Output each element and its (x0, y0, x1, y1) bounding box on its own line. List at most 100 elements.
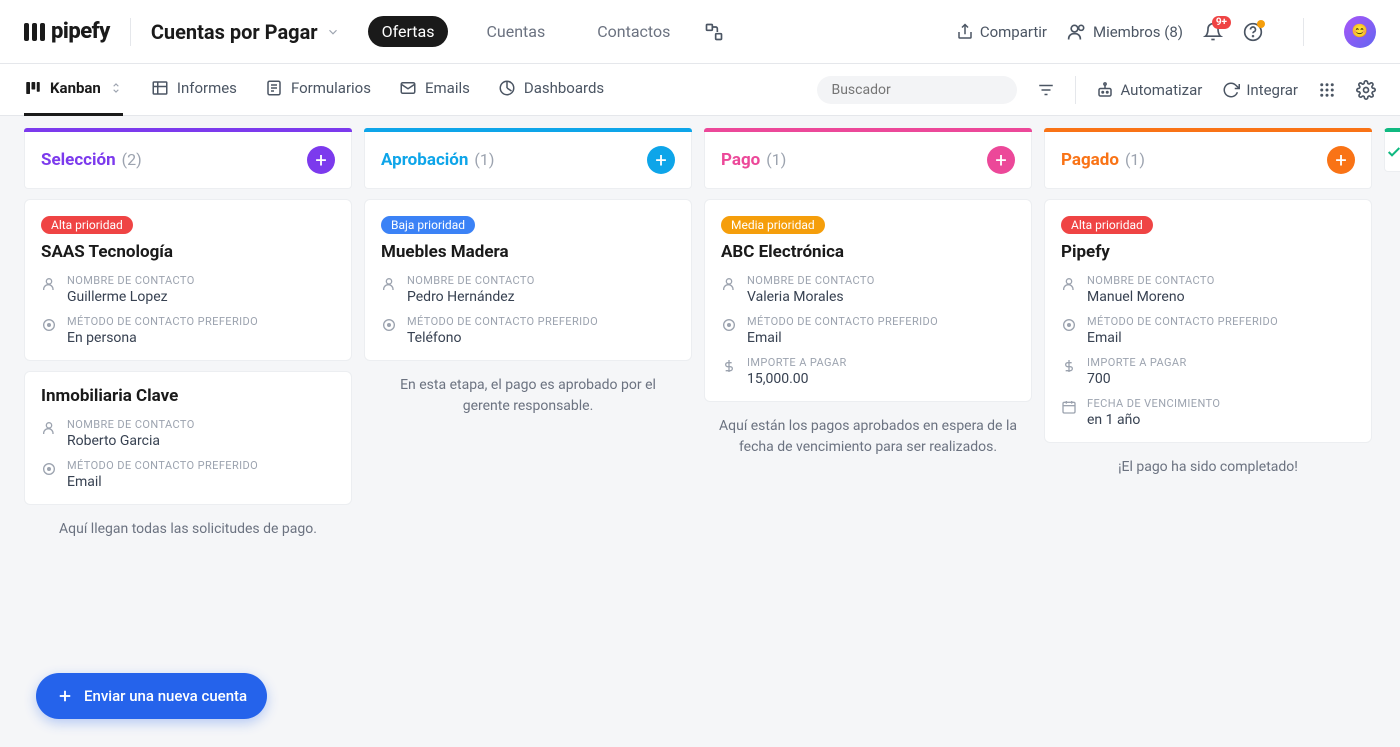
members-label: Miembros (8) (1093, 23, 1183, 41)
connections-icon[interactable] (704, 22, 724, 42)
nav-ofertas[interactable]: Ofertas (368, 16, 449, 47)
automate-button[interactable]: Automatizar (1096, 81, 1202, 99)
divider (1075, 76, 1076, 104)
search-input-wrap[interactable] (817, 76, 1017, 104)
top-actions: Compartir Miembros (8) 9+ 😊 (956, 16, 1376, 48)
priority-badge: Alta prioridad (1061, 216, 1153, 234)
kanban-card[interactable]: Alta prioridadPipefyNOMBRE DE CONTACTOMa… (1044, 199, 1372, 443)
card-field: IMPORTE A PAGAR 700 (1061, 356, 1355, 387)
integrate-button[interactable]: Integrar (1222, 81, 1298, 99)
field-value: Pedro Hernández (407, 289, 535, 305)
card-title: Muebles Madera (381, 242, 675, 262)
field-value: Roberto Garcia (67, 433, 195, 449)
card-field: MÉTODO DE CONTACTO PREFERIDOEmail (721, 315, 1015, 346)
chevron-down-icon (326, 25, 340, 39)
field-label: IMPORTE A PAGAR (1087, 356, 1187, 369)
column-aprobación: Aprobación(1)+Baja prioridadMuebles Made… (364, 128, 692, 723)
help-button[interactable] (1243, 22, 1263, 42)
settings-button[interactable] (1356, 80, 1376, 100)
kanban-card[interactable]: Media prioridadABC ElectrónicaNOMBRE DE … (704, 199, 1032, 402)
card-field: NOMBRE DE CONTACTO Roberto Garcia (41, 418, 335, 449)
kanban-card[interactable]: Baja prioridadMuebles MaderaNOMBRE DE CO… (364, 199, 692, 361)
field-value: Manuel Moreno (1087, 289, 1215, 305)
column-count: (1) (766, 150, 786, 169)
tab-label: Kanban (50, 79, 101, 97)
field-value: En persona (67, 330, 258, 346)
divider (1303, 18, 1304, 46)
fab-label: Enviar una nueva cuenta (84, 687, 247, 705)
logo-text: pipefy (51, 19, 110, 44)
field-label: NOMBRE DE CONTACTO (407, 274, 535, 287)
members-button[interactable]: Miembros (8) (1067, 22, 1183, 42)
tab-label: Formularios (291, 79, 371, 97)
add-card-button[interactable]: + (647, 146, 675, 174)
dollar-icon (721, 358, 737, 387)
tab-emails[interactable]: Emails (399, 64, 470, 116)
top-bar: pipefy Cuentas por Pagar Ofertas Cuentas C… (0, 0, 1400, 64)
target-icon (41, 461, 57, 490)
integrate-label: Integrar (1246, 81, 1298, 99)
search-input[interactable] (831, 82, 1009, 98)
add-card-button[interactable]: + (987, 146, 1015, 174)
card-title: SAAS Tecnología (41, 242, 335, 262)
card-list: Alta prioridadPipefyNOMBRE DE CONTACTOMa… (1044, 199, 1372, 443)
field-value: 700 (1087, 371, 1187, 387)
tab-kanban[interactable]: Kanban (24, 64, 123, 116)
user-icon (41, 420, 57, 449)
field-value: 15,000.00 (747, 371, 847, 387)
dollar-icon (1061, 358, 1077, 387)
user-icon (721, 276, 737, 305)
column-title: Selección (41, 150, 116, 170)
tab-dashboards[interactable]: Dashboards (498, 64, 604, 116)
apps-button[interactable] (1318, 81, 1336, 99)
target-icon (721, 317, 737, 346)
card-list: Alta prioridad SAAS Tecnología NOMBRE DE C… (24, 199, 352, 505)
tab-formularios[interactable]: Formularios (265, 64, 371, 116)
card-title: Inmobiliaria Clave (41, 386, 335, 406)
add-card-button[interactable]: + (307, 146, 335, 174)
card-field: MÉTODO DE CONTACTO PREFERIDOTeléfono (381, 315, 675, 346)
field-value: Email (1087, 330, 1278, 346)
top-nav: Ofertas Cuentas Contactos (368, 16, 685, 47)
logo[interactable]: pipefy (24, 19, 110, 44)
kanban-card[interactable]: Inmobiliaria Clave NOMBRE DE CONTACTO Robe… (24, 371, 352, 505)
field-label: MÉTODO DE CONTACTO PREFERIDO (1087, 315, 1278, 328)
field-label: IMPORTE A PAGAR (747, 356, 847, 369)
share-label: Compartir (980, 23, 1047, 41)
next-column-peek[interactable] (1384, 128, 1400, 172)
field-value: Teléfono (407, 330, 598, 346)
field-label: NOMBRE DE CONTACTO (67, 274, 195, 287)
automate-label: Automatizar (1120, 81, 1202, 99)
field-label: FECHA DE VENCIMIENTO (1087, 397, 1220, 410)
card-field: MÉTODO DE CONTACTO PREFERIDO Email (1061, 315, 1355, 346)
filter-button[interactable] (1037, 81, 1055, 99)
nav-cuentas[interactable]: Cuentas (472, 16, 559, 47)
emails-icon (399, 79, 417, 97)
card-list: Media prioridadABC ElectrónicaNOMBRE DE … (704, 199, 1032, 402)
tab-informes[interactable]: Informes (151, 64, 237, 116)
new-account-button[interactable]: Enviar una nueva cuenta (36, 673, 267, 719)
share-button[interactable]: Compartir (956, 23, 1047, 41)
field-value: en 1 año (1087, 412, 1220, 428)
notifications-button[interactable]: 9+ (1203, 22, 1223, 42)
field-value: Guillerme Lopez (67, 289, 195, 305)
field-label: MÉTODO DE CONTACTO PREFERIDO (67, 459, 258, 472)
user-avatar[interactable]: 😊 (1344, 16, 1376, 48)
pipe-selector[interactable]: Cuentas por Pagar (151, 20, 340, 44)
informes-icon (151, 79, 169, 97)
add-card-button[interactable]: + (1327, 146, 1355, 174)
field-label: MÉTODO DE CONTACTO PREFERIDO (747, 315, 938, 328)
tab-label: Dashboards (524, 79, 604, 97)
nav-contactos[interactable]: Contactos (583, 16, 684, 47)
column-count: (2) (122, 150, 142, 169)
column-pagado: Pagado(1)+ Alta prioridadPipefyNOMBRE DE … (1044, 128, 1372, 723)
kanban-card[interactable]: Alta prioridad SAAS Tecnología NOMBRE DE C… (24, 199, 352, 361)
field-value: Valeria Morales (747, 289, 875, 305)
dashboards-icon (498, 79, 516, 97)
column-header: Pagado(1)+ (1044, 132, 1372, 189)
field-label: NOMBRE DE CONTACTO (67, 418, 195, 431)
priority-badge: Alta prioridad (41, 216, 133, 234)
check-icon (1386, 144, 1400, 160)
plus-icon (56, 687, 74, 705)
column-description: Aquí están los pagos aprobados en espera… (704, 402, 1032, 472)
